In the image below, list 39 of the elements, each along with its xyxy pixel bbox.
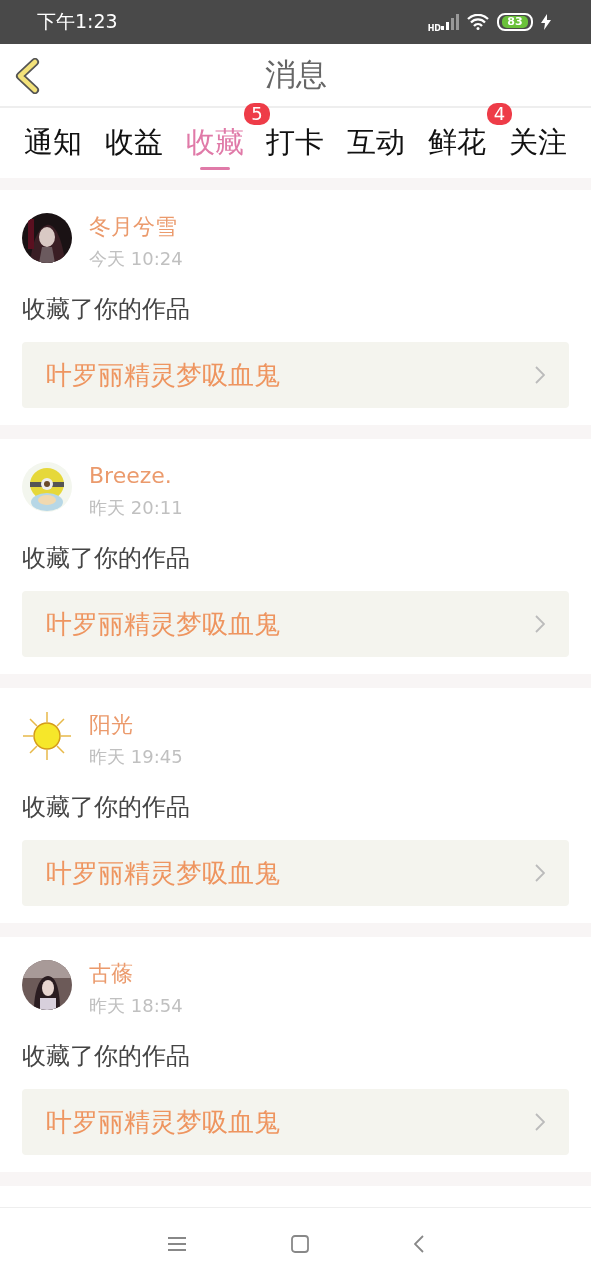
timestamp: 昨天 19:45 <box>89 747 183 767</box>
chevron-right-icon <box>535 615 545 633</box>
user-name[interactable]: 阳光 <box>89 713 183 737</box>
wifi-icon <box>467 14 489 30</box>
battery-icon: 83 <box>497 13 533 31</box>
home-icon[interactable] <box>290 1235 309 1253</box>
count-badge: 5 <box>244 103 270 125</box>
status-time: 下午1:23 <box>37 9 119 34</box>
signal-icon <box>441 14 459 30</box>
chevron-right-icon <box>535 366 545 384</box>
tab-underline <box>199 167 230 170</box>
page-title: 消息 <box>264 55 327 94</box>
tab[interactable]: 收益 <box>104 108 163 178</box>
tab[interactable]: 互动 <box>347 108 406 178</box>
count-badge: 4 <box>486 103 513 125</box>
tab[interactable]: 通知 <box>24 108 82 178</box>
chevron-right-icon <box>535 1113 545 1131</box>
message-text: 收藏了你的作品 <box>22 1041 191 1071</box>
user-name[interactable]: 冬月兮雪 <box>89 215 183 239</box>
charging-icon <box>541 14 551 30</box>
chevron-right-icon <box>535 864 545 882</box>
work-link[interactable]: 叶罗丽精灵梦吸血鬼 <box>22 591 569 657</box>
timestamp: 今天 10:24 <box>89 249 183 269</box>
user-name[interactable]: Breeze. <box>89 464 183 488</box>
tab[interactable]: 鲜花 <box>428 108 487 178</box>
back-icon[interactable] <box>14 58 40 94</box>
tab[interactable]: 收藏 <box>185 108 244 178</box>
timestamp: 昨天 20:11 <box>89 498 183 518</box>
menu-icon[interactable] <box>167 1236 186 1252</box>
user-name[interactable]: 古蓧 <box>89 962 183 986</box>
message-text: 收藏了你的作品 <box>22 294 191 324</box>
back-icon[interactable] <box>413 1235 424 1253</box>
work-link[interactable]: 叶罗丽精灵梦吸血鬼 <box>22 840 569 906</box>
timestamp: 昨天 18:54 <box>89 996 183 1016</box>
network-label: HD <box>427 25 441 33</box>
work-link[interactable]: 叶罗丽精灵梦吸血鬼 <box>22 1089 569 1155</box>
work-link[interactable]: 叶罗丽精灵梦吸血鬼 <box>22 342 569 408</box>
message-text: 收藏了你的作品 <box>22 792 191 822</box>
message-text: 收藏了你的作品 <box>22 543 191 573</box>
